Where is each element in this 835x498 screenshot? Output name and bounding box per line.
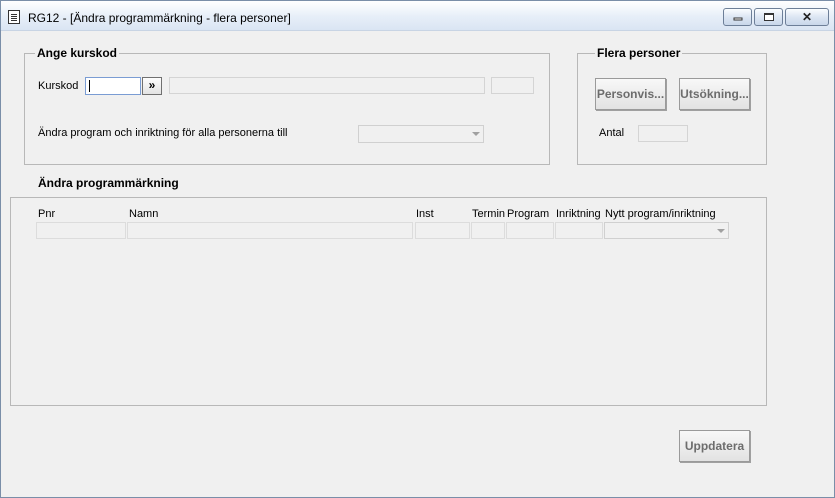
kurskod-group-legend: Ange kurskod <box>35 46 120 60</box>
maximize-button[interactable] <box>754 8 783 26</box>
row-nytt-program-select[interactable] <box>604 222 729 239</box>
kurskod-lookup-button[interactable]: » <box>142 77 162 95</box>
personvis-button[interactable]: Personvis... <box>595 78 666 110</box>
antal-label: Antal <box>599 127 625 139</box>
chevron-down-icon <box>717 229 725 233</box>
row-cell-inst <box>415 222 470 239</box>
flera-personer-legend: Flera personer <box>595 46 683 60</box>
title-bar[interactable]: RG12 - [Ändra programmärkning - flera pe… <box>1 1 834 31</box>
maximize-icon <box>763 13 774 21</box>
table-section-title: Ändra programmärkning <box>38 176 179 190</box>
row-cell-pnr <box>36 222 126 239</box>
uppdatera-button[interactable]: Uppdatera <box>679 430 750 462</box>
chevron-down-icon <box>472 132 480 136</box>
column-header-nytt-program: Nytt program/inriktning <box>605 208 716 220</box>
antal-field <box>638 125 688 142</box>
minimize-icon <box>733 17 742 21</box>
row-cell-program <box>506 222 554 239</box>
close-icon: ✕ <box>801 10 813 24</box>
course-name-field <box>169 77 485 94</box>
window-title: RG12 - [Ändra programmärkning - flera pe… <box>28 11 291 25</box>
person-table[interactable]: Pnr Namn Inst Termin Program Inriktning … <box>10 197 767 406</box>
application-window: RG12 - [Ändra programmärkning - flera pe… <box>0 0 835 498</box>
row-cell-namn <box>127 222 413 239</box>
column-header-inst: Inst <box>416 208 434 220</box>
change-all-select[interactable] <box>358 125 484 143</box>
change-all-label: Ändra program och inriktning för alla pe… <box>38 127 288 139</box>
kurskod-group <box>24 53 550 165</box>
column-header-inriktning: Inriktning <box>556 208 601 220</box>
minimize-button[interactable] <box>723 8 752 26</box>
column-header-program: Program <box>507 208 550 220</box>
text-caret <box>89 80 90 92</box>
column-header-namn: Namn <box>129 208 159 220</box>
column-header-termin: Termin <box>472 208 506 220</box>
kurskod-input[interactable] <box>85 77 141 95</box>
document-icon <box>8 10 20 24</box>
kurskod-label: Kurskod <box>38 80 79 92</box>
course-extra-field <box>491 77 534 94</box>
row-cell-termin <box>471 222 505 239</box>
row-cell-inriktning <box>555 222 603 239</box>
close-button[interactable]: ✕ <box>785 8 829 26</box>
utsokning-button[interactable]: Utsökning... <box>679 78 750 110</box>
column-header-pnr: Pnr <box>38 208 56 220</box>
